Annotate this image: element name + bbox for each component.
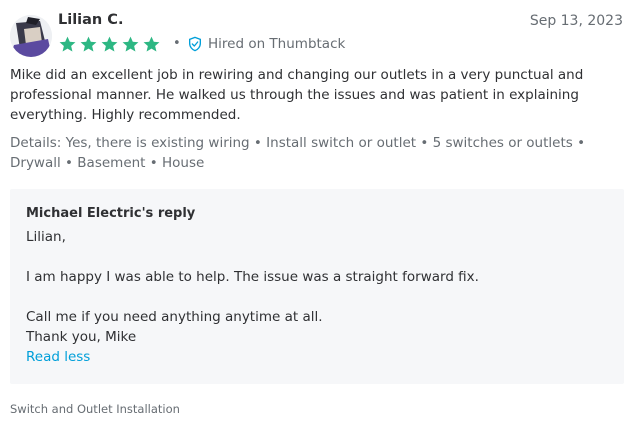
read-less-link[interactable]: Read less	[26, 349, 90, 365]
pro-reply: Michael Electric's reply Lilian, I am ha…	[10, 189, 624, 384]
star-icon	[122, 36, 139, 52]
star-icon	[59, 36, 76, 52]
reply-title: Michael Electric's reply	[26, 206, 196, 221]
reviewer-name: Lilian C.	[58, 12, 124, 28]
review-date: Sep 13, 2023	[529, 13, 623, 29]
star-icon	[143, 36, 160, 52]
service-tag: Switch and Outlet Installation	[10, 402, 180, 416]
hired-badge: Hired on Thumbtack	[187, 35, 345, 53]
reviewer-avatar	[10, 15, 52, 57]
shield-check-icon	[189, 36, 201, 52]
separator-dot: •	[173, 36, 181, 51]
avatar-image	[10, 15, 52, 57]
review-text: Mike did an excellent job in rewiring an…	[10, 67, 584, 123]
star-rating	[58, 34, 163, 54]
star-icon	[101, 36, 118, 52]
review-details: Details: Yes, there is existing wiring •…	[10, 135, 586, 171]
reply-line: Thank you, Mike	[26, 329, 137, 345]
reply-line: I am happy I was able to help. The issue…	[26, 269, 479, 285]
star-icon	[80, 36, 97, 52]
hired-label: Hired on Thumbtack	[208, 36, 346, 52]
reply-line: Call me if you need anything anytime at …	[26, 309, 323, 325]
reply-line: Lilian,	[26, 229, 66, 245]
